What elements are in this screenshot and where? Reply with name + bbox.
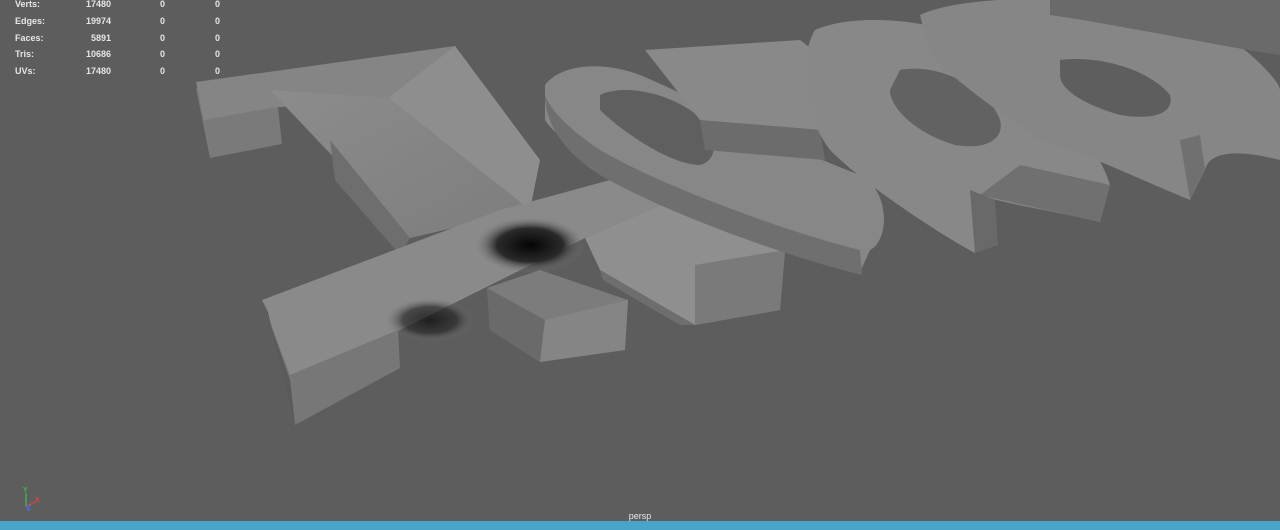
poly-count-hud: Verts: 17480 0 0 Edges: 19974 0 0 Faces:… (0, 0, 230, 84)
hud-label: Edges: (15, 15, 46, 26)
axis-y-letter: Y (23, 487, 28, 494)
axis-gizmo: Y X Z (14, 486, 44, 514)
hud-value: 17480 (85, 66, 111, 77)
hud-value: 0 (214, 15, 220, 26)
3d-viewport[interactable]: Verts: 17480 0 0 Edges: 19974 0 0 Faces:… (0, 0, 1280, 521)
hud-value: 17480 (85, 0, 111, 9)
hud-row-faces: Faces: 5891 0 0 (0, 33, 230, 51)
hud-label: Tris: (15, 49, 35, 60)
hud-value: 0 (159, 0, 165, 9)
hud-value: 0 (214, 66, 220, 77)
hud-value: 19974 (85, 15, 111, 26)
hud-row-uvs: UVs: 17480 0 0 (0, 66, 230, 84)
viewport-active-border (0, 521, 1280, 530)
hud-value: 10686 (85, 49, 111, 60)
hud-label: UVs: (15, 66, 36, 77)
hud-label: Faces: (15, 32, 44, 43)
axis-x-letter: X (35, 497, 40, 504)
hud-value: 5891 (90, 32, 111, 43)
hud-label: Verts: (15, 0, 41, 9)
hud-value: 0 (159, 49, 165, 60)
hud-value: 0 (159, 15, 165, 26)
hud-value: 0 (214, 49, 220, 60)
camera-name-label: persp (628, 511, 652, 521)
hud-value: 0 (159, 66, 165, 77)
hud-value: 0 (214, 32, 220, 43)
hud-value: 0 (159, 32, 165, 43)
hud-value: 0 (214, 0, 220, 9)
